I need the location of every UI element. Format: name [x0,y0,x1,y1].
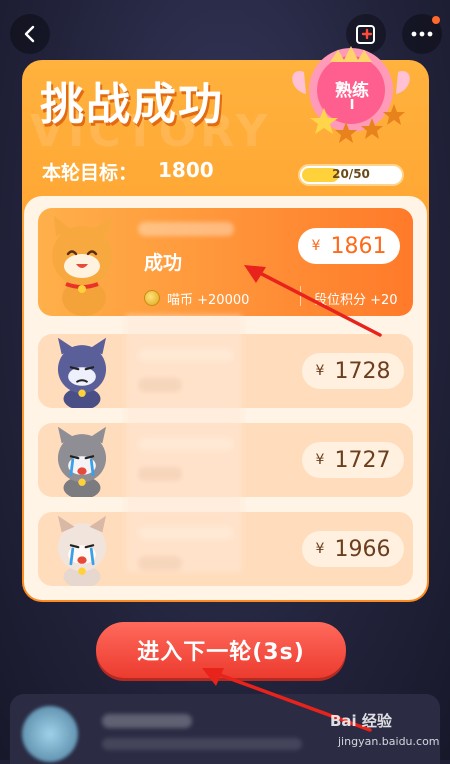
progress-text: 20/50 [332,167,370,181]
price-pill: ¥ 1728 [302,353,404,389]
player-name-blurred [138,222,234,236]
price-pill: ¥ 1966 [302,531,404,567]
price-value: 1727 [334,447,391,473]
sad-cat-icon [57,337,107,408]
result-row-winner: 成功 ¥ 1861 喵币 +20000 段位积分 +20 [38,208,413,316]
notification-dot [432,16,440,24]
price-pill: ¥ 1861 [298,228,400,264]
avatar [22,706,78,762]
back-button[interactable] [10,14,50,54]
bottom-text-blurred [102,714,192,728]
more-dots-icon [411,31,433,37]
rank-progress-bar: 20/50 [298,164,404,186]
coin-icon [144,290,160,306]
reward-divider [300,286,301,306]
currency-symbol: ¥ [315,541,325,557]
currency-symbol: ¥ [311,238,321,254]
currency-symbol: ¥ [315,363,325,379]
price-value: 1861 [330,233,387,259]
happy-cat-icon [52,216,112,316]
bottom-subtext-blurred [102,738,302,750]
privacy-blur-overlay [126,315,242,573]
card-title: 挑战成功 [40,79,224,130]
goal-value: 1800 [158,158,214,182]
brand-watermark-url: jingyan.baidu.com [338,735,440,748]
currency-symbol: ¥ [315,452,325,468]
coin-reward-label: 喵币 +20000 [167,292,250,308]
coin-reward: 喵币 +20000 [144,288,249,308]
price-value: 1966 [334,536,391,562]
rank-level: I [349,98,355,113]
price-pill: ¥ 1727 [302,442,404,478]
crying-cat-icon [57,515,107,586]
goal-label: 本轮目标： [42,162,138,184]
brand-watermark: Bai 经验 [330,712,392,730]
points-reward-label: 段位积分 +20 [314,292,398,308]
crying-cat-icon [57,426,107,497]
next-round-button[interactable]: 进入下一轮(3s) [96,622,346,678]
points-reward: 段位积分 +20 [314,288,398,308]
chevron-left-icon [24,25,35,43]
result-status: 成功 [144,252,183,274]
price-value: 1728 [334,358,391,384]
